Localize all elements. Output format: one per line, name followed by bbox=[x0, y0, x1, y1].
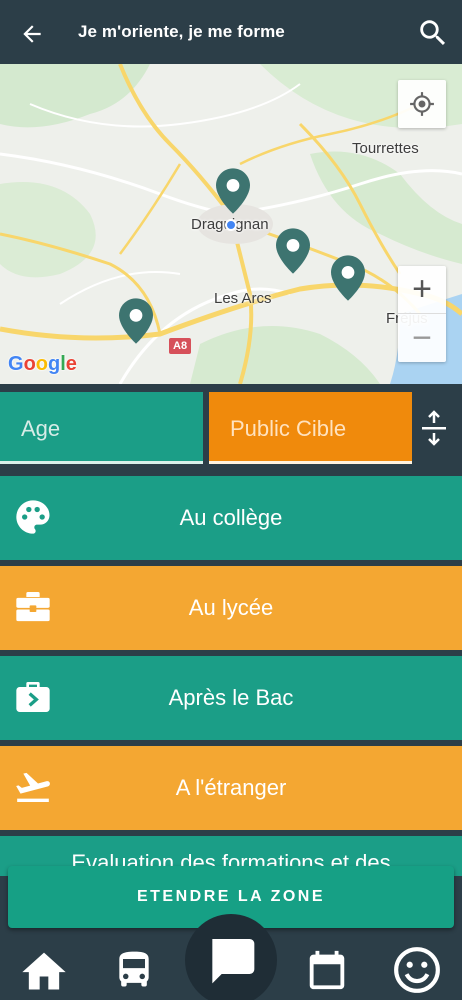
briefcase-arrow-icon bbox=[12, 676, 54, 718]
list-item-apres-bac[interactable]: Après le Bac bbox=[0, 656, 462, 740]
page-title: Je m'oriente, je me forme bbox=[78, 22, 285, 41]
map-label-tourrettes: Tourrettes bbox=[352, 140, 419, 157]
search-icon bbox=[420, 20, 446, 46]
crosshair-icon bbox=[410, 92, 434, 116]
map-view[interactable]: Tourrettes Draguignan Les Arcs Fréjus A8 bbox=[0, 64, 462, 384]
bus-icon bbox=[119, 951, 149, 987]
public-cible-filter-label: Public Cible bbox=[230, 416, 347, 441]
google-logo: Google bbox=[8, 353, 77, 375]
nav-chat[interactable] bbox=[185, 914, 277, 1000]
bottom-navigation bbox=[0, 914, 462, 1000]
map-label-les-arcs: Les Arcs bbox=[214, 290, 272, 307]
list-item-label: Au lycée bbox=[188, 595, 274, 620]
zoom-in-button[interactable]: + bbox=[398, 266, 446, 314]
age-filter-label: Age bbox=[21, 416, 61, 441]
map-pin-icon[interactable] bbox=[119, 298, 153, 344]
road-badge-a8: A8 bbox=[169, 338, 192, 354]
search-button[interactable] bbox=[414, 14, 452, 52]
my-location-button[interactable] bbox=[398, 80, 446, 128]
list-item-college[interactable]: Au collège bbox=[0, 476, 462, 560]
age-filter[interactable]: Age bbox=[0, 392, 203, 464]
extend-zone-label: ETENDRE LA ZONE bbox=[136, 888, 326, 905]
list-item-label: Après le Bac bbox=[168, 685, 294, 710]
home-icon bbox=[22, 952, 66, 990]
map-pin-icon[interactable] bbox=[276, 228, 310, 274]
map-pin-icon[interactable] bbox=[216, 168, 250, 214]
list-item-label: Au collège bbox=[179, 505, 283, 530]
toolbox-icon bbox=[12, 586, 54, 628]
list-item-lycee[interactable]: Au lycée bbox=[0, 566, 462, 650]
list-item-label: A l'étranger bbox=[175, 775, 287, 800]
expand-collapse-icon bbox=[422, 410, 446, 446]
app-screen: Je m'oriente, je me forme Tourrettes Les… bbox=[0, 0, 462, 1000]
nav-transport[interactable] bbox=[108, 944, 160, 996]
user-location-dot bbox=[225, 219, 237, 231]
filter-bar: Age Public Cible bbox=[0, 384, 462, 470]
top-app-bar: Je m'oriente, je me forme bbox=[0, 0, 462, 64]
zoom-out-button[interactable]: − bbox=[398, 314, 446, 362]
calendar-icon bbox=[309, 950, 345, 990]
zoom-controls: + − bbox=[398, 266, 446, 362]
arrow-left-icon bbox=[23, 25, 41, 43]
expand-collapse-button[interactable] bbox=[414, 406, 454, 450]
back-button[interactable] bbox=[14, 16, 50, 52]
smiley-icon bbox=[394, 947, 440, 993]
palette-icon bbox=[12, 496, 54, 538]
airplane-takeoff-icon bbox=[12, 766, 54, 808]
list-item-etranger[interactable]: A l'étranger bbox=[0, 746, 462, 830]
map-pin-icon[interactable] bbox=[331, 255, 365, 301]
nav-home[interactable] bbox=[18, 944, 70, 996]
nav-profile[interactable] bbox=[391, 944, 443, 996]
nav-calendar[interactable] bbox=[301, 944, 353, 996]
public-cible-filter[interactable]: Public Cible bbox=[209, 392, 412, 464]
chat-icon bbox=[212, 939, 255, 984]
